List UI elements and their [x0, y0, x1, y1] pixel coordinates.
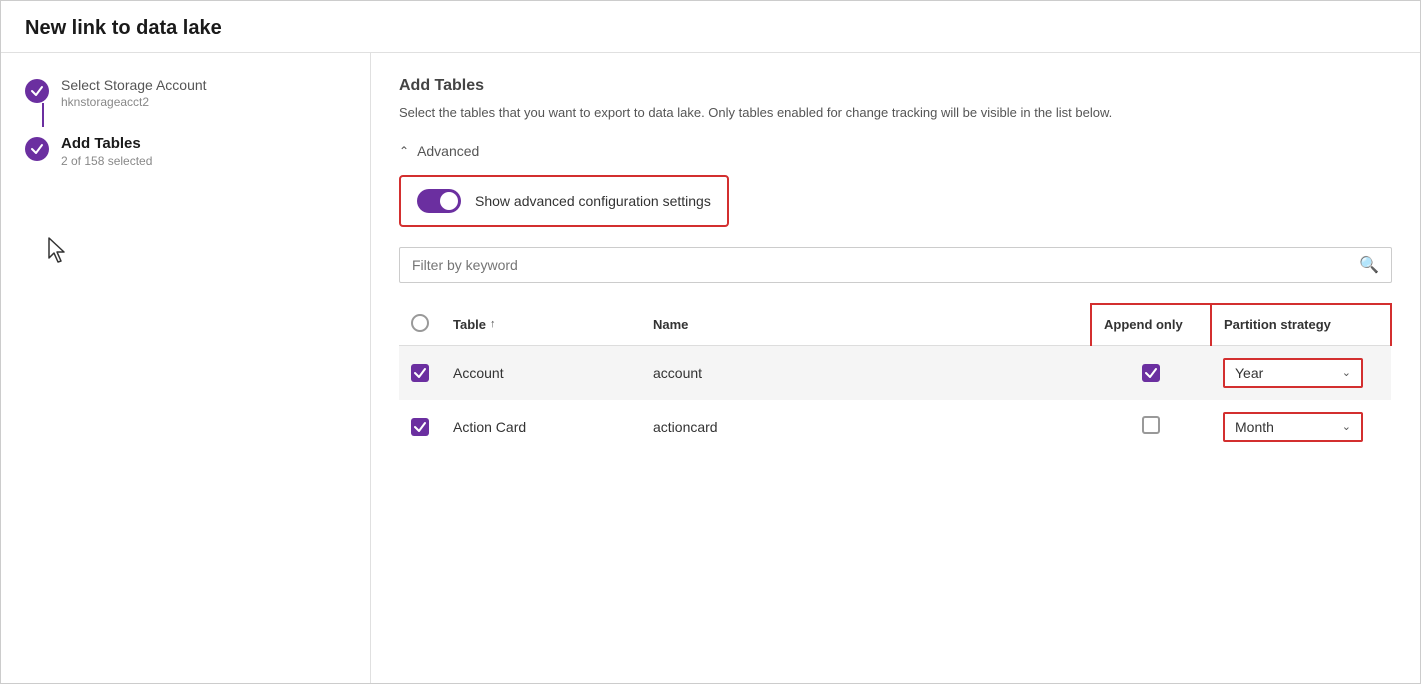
page-container: New link to data lake Select: [0, 0, 1421, 684]
step-1: Select Storage Account hknstorageacct2: [25, 77, 346, 127]
row-2-select[interactable]: [399, 400, 441, 454]
toggle-track: [417, 189, 461, 213]
step-2-text: Add Tables 2 of 158 selected: [61, 135, 152, 168]
row-2-append-checkbox[interactable]: [1142, 416, 1160, 434]
th-radio: [399, 304, 441, 346]
step-1-icon: [25, 79, 49, 103]
table-row: Action Card actioncard Month ⌄: [399, 400, 1391, 454]
search-bar: 🔍: [399, 247, 1392, 283]
row-1-partition[interactable]: Year ⌄: [1211, 345, 1391, 400]
advanced-toggle[interactable]: [417, 189, 461, 213]
sidebar: Select Storage Account hknstorageacct2: [1, 53, 371, 683]
toggle-row: Show advanced configuration settings: [399, 175, 729, 227]
row-1-append-checkbox[interactable]: [1142, 364, 1160, 382]
th-partition-strategy: Partition strategy: [1211, 304, 1391, 346]
step-2: Add Tables 2 of 158 selected: [25, 135, 346, 168]
dropdown-arrow-icon: ⌄: [1342, 420, 1351, 433]
row-2-append-only[interactable]: [1091, 400, 1211, 454]
steps: Select Storage Account hknstorageacct2: [25, 77, 346, 176]
chevron-up-icon: ⌃: [399, 144, 409, 158]
th-append-only: Append only: [1091, 304, 1211, 346]
row-2-partition[interactable]: Month ⌄: [1211, 400, 1391, 454]
cursor-icon: [45, 236, 346, 267]
row-1-checkbox[interactable]: [411, 364, 429, 382]
sort-asc-icon: ↑: [490, 318, 496, 330]
table-row: Account account: [399, 345, 1391, 400]
toggle-label: Show advanced configuration settings: [475, 193, 711, 209]
row-2-checkbox[interactable]: [411, 418, 429, 436]
data-table: Table ↑ Name Append only Partition strat…: [399, 303, 1392, 454]
main-content: Select Storage Account hknstorageacct2: [1, 53, 1420, 683]
section-desc: Select the tables that you want to expor…: [399, 103, 1392, 123]
row-1-name: account: [641, 345, 1091, 400]
step-2-title: Add Tables: [61, 135, 152, 152]
search-icon: 🔍: [1359, 255, 1379, 275]
section-title: Add Tables: [399, 77, 1392, 95]
step-1-title: Select Storage Account: [61, 77, 207, 93]
th-table[interactable]: Table ↑: [441, 304, 641, 346]
step-1-text: Select Storage Account hknstorageacct2: [61, 77, 207, 109]
th-table-label: Table: [453, 317, 486, 332]
header-radio[interactable]: [411, 314, 429, 332]
advanced-header[interactable]: ⌃ Advanced: [399, 143, 1392, 159]
th-name: Name: [641, 304, 1091, 346]
row-1-partition-dropdown[interactable]: Year ⌄: [1223, 358, 1363, 388]
row-2-table-name: Action Card: [441, 400, 641, 454]
row-1-append-only[interactable]: [1091, 345, 1211, 400]
table-header-row: Table ↑ Name Append only Partition strat…: [399, 304, 1391, 346]
row-2-partition-dropdown[interactable]: Month ⌄: [1223, 412, 1363, 442]
row-2-name: actioncard: [641, 400, 1091, 454]
page-title: New link to data lake: [1, 1, 1420, 53]
table-body: Account account: [399, 345, 1391, 454]
right-panel: Add Tables Select the tables that you wa…: [371, 53, 1420, 683]
row-1-table-name: Account: [441, 345, 641, 400]
row-1-partition-value: Year: [1235, 365, 1263, 381]
advanced-label: Advanced: [417, 143, 479, 159]
step-1-subtitle: hknstorageacct2: [61, 95, 207, 109]
search-input[interactable]: [412, 257, 1359, 273]
row-1-select[interactable]: [399, 345, 441, 400]
step-2-icon: [25, 137, 49, 161]
step-2-subtitle: 2 of 158 selected: [61, 154, 152, 168]
toggle-thumb: [440, 192, 458, 210]
dropdown-arrow-icon: ⌄: [1342, 366, 1351, 379]
row-2-partition-value: Month: [1235, 419, 1274, 435]
